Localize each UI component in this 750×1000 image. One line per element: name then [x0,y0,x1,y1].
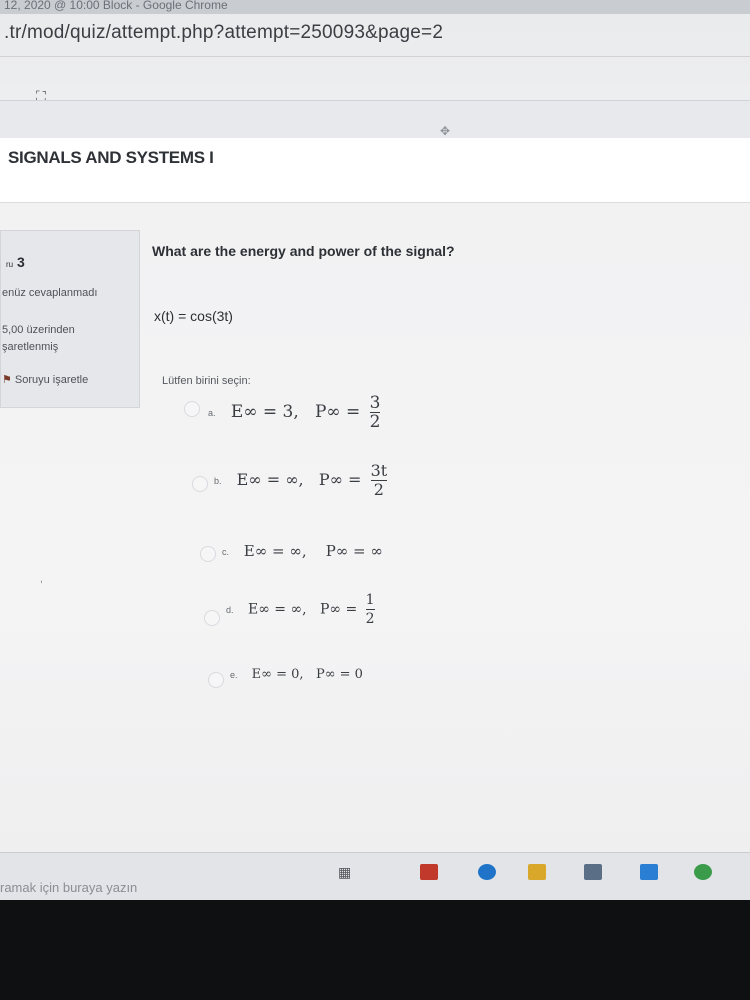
option-a-radio[interactable] [184,401,200,417]
question-state: enüz cevaplanmadı [2,287,98,299]
monitor-bezel [0,900,750,1000]
browser-tab-title[interactable]: 12, 2020 @ 10:00 Block - Google Chrome [4,0,228,12]
course-title[interactable]: SIGNALS AND SYSTEMS I [8,148,214,168]
mail-icon[interactable] [640,864,658,880]
file-explorer-icon[interactable] [528,864,546,880]
question-number: ru 3 [6,254,25,270]
option-b-radio[interactable] [192,476,208,492]
option-e[interactable]: e. E∞ = 0, P∞ = 0 [230,667,363,682]
address-divider [0,56,750,57]
option-a-fraction: 32 [369,393,381,432]
flag-question-link[interactable]: ⚑ Soruyu işaretle [2,373,88,386]
browser-tab-strip[interactable]: 12, 2020 @ 10:00 Block - Google Chrome [0,0,750,14]
question-text: What are the energy and power of the sig… [152,243,455,259]
mcafee-icon[interactable] [420,864,438,880]
taskbar-search-input[interactable]: ramak için buraya yazın [0,880,137,895]
task-view-icon[interactable]: ▦ [338,864,356,880]
flag-icon: ⚑ [2,374,12,386]
option-d-radio[interactable] [204,610,220,626]
edge-icon[interactable] [478,864,496,880]
mouse-cursor-icon: ✥ [440,124,451,138]
store-icon[interactable] [584,864,602,880]
address-bar[interactable]: .tr/mod/quiz/attempt.php?attempt=250093&… [4,22,443,44]
option-e-radio[interactable] [208,672,224,688]
option-c[interactable]: c. E∞ = ∞, P∞ = ∞ [222,542,383,560]
signal-formula: x(t) = cos(3t) [154,308,233,324]
question-grade: 5,00 üzerinden şaretlenmiş [2,324,75,353]
screen: 12, 2020 @ 10:00 Block - Google Chrome .… [0,0,750,1000]
choose-one-prompt: Lütfen birini seçin: [162,375,251,387]
chrome-icon[interactable] [694,864,712,880]
option-c-radio[interactable] [200,546,216,562]
option-b[interactable]: b. E∞ = ∞, P∞ = 3t 2 [214,461,388,499]
option-a[interactable]: a. E∞ = 3, P∞ = 32 [208,393,381,432]
stray-mark: , [40,574,43,585]
option-d[interactable]: d. E∞ = ∞, P∞ = 12 [226,591,375,628]
option-d-fraction: 12 [365,592,375,627]
moodle-navbar [0,100,750,141]
option-b-fraction: 3t 2 [370,461,388,499]
